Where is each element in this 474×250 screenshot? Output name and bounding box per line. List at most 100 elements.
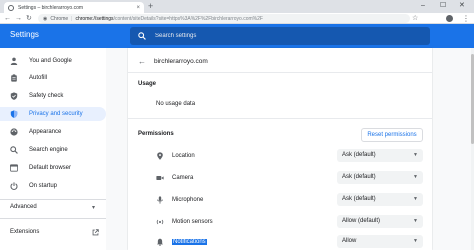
search-box[interactable] (130, 27, 430, 45)
microphone-icon (157, 196, 163, 204)
camera-icon (156, 176, 164, 180)
select-value: Allow (default) (342, 218, 381, 224)
sidebar-item-privacy-and-security[interactable]: Privacy and security (0, 107, 106, 121)
permission-label: Microphone (172, 197, 204, 203)
browser-icon (10, 164, 18, 172)
permission-label: Motion sensors (172, 219, 213, 225)
usage-value: No usage data (156, 101, 196, 107)
sidebar-item-appearance[interactable]: Appearance (0, 125, 106, 139)
settings-header: Settings (0, 24, 474, 48)
maximize-button[interactable]: ☐ (440, 1, 446, 11)
extensions-link[interactable]: Extensions (10, 229, 100, 236)
person-icon (10, 57, 18, 65)
shield-check-icon (10, 92, 18, 100)
page-title: Settings (10, 30, 39, 39)
permission-row-microphone: Microphone Ask (default) ▼ (128, 189, 432, 211)
forward-nav-icon[interactable]: → (15, 13, 22, 24)
sidebar-item-label: You and Google (29, 58, 72, 64)
shield-icon (10, 110, 18, 118)
camera-select[interactable]: Ask (default) ▼ (337, 171, 423, 184)
permission-row-notifications: Notifications Allow ▼ (128, 231, 432, 250)
minimize-button[interactable]: – (421, 1, 425, 11)
settings-favicon-icon (8, 4, 14, 11)
advanced-toggle[interactable]: Advanced ▾ (10, 204, 100, 211)
section-divider (128, 72, 432, 73)
close-window-button[interactable]: ✕ (459, 1, 465, 11)
dropdown-arrow-icon: ▼ (413, 238, 418, 244)
permission-row-motion-sensors: Motion sensors Allow (default) ▼ (128, 211, 432, 233)
sidebar: You and Google Autofill Safety check Pri… (0, 48, 106, 250)
location-select[interactable]: Ask (default) ▼ (337, 149, 423, 162)
search-icon (10, 146, 18, 154)
sidebar-item-label: Safety check (29, 93, 64, 99)
dropdown-arrow-icon: ▼ (413, 196, 418, 202)
browser-menu-icon[interactable]: ⋮ (462, 13, 470, 24)
tab-title: Settings – birchlerarroyo.com (18, 4, 84, 11)
back-arrow-icon[interactable]: ← (138, 57, 146, 66)
palette-icon (10, 128, 18, 136)
profile-avatar[interactable] (446, 15, 453, 22)
address-bar[interactable]: ◉ Chrome | chrome://settings /content/si… (38, 14, 410, 23)
sidebar-item-label: Search engine (29, 147, 68, 153)
permission-row-camera: Camera Ask (default) ▼ (128, 167, 432, 189)
sidebar-item-label: Autofill (29, 75, 48, 81)
microphone-select[interactable]: Ask (default) ▼ (337, 193, 423, 206)
new-tab-button[interactable]: + (148, 1, 153, 12)
sidebar-item-label: Privacy and security (29, 111, 83, 117)
sidebar-item-label: Default browser (29, 165, 72, 171)
sidebar-item-default-browser[interactable]: Default browser (0, 161, 106, 175)
select-value: Ask (default) (342, 196, 376, 202)
sidebar-item-autofill[interactable]: Autofill (0, 71, 106, 85)
sidebar-item-you-and-google[interactable]: You and Google (0, 54, 106, 68)
reset-permissions-button[interactable]: Reset permissions (361, 128, 423, 142)
bell-icon (156, 238, 164, 246)
select-value: Ask (default) (342, 152, 376, 158)
permissions-heading: Permissions (138, 131, 174, 137)
tab-settings[interactable]: Settings – birchlerarroyo.com × (4, 2, 144, 13)
site-details-card: ← birchlerarroyo.com Usage No usage data… (128, 48, 432, 250)
motion-sensors-select[interactable]: Allow (default) ▼ (337, 215, 423, 228)
sidebar-item-label: On startup (29, 183, 58, 189)
notifications-select[interactable]: Allow ▼ (337, 235, 423, 248)
sidebar-item-on-startup[interactable]: On startup (0, 179, 106, 193)
chrome-scheme-icon: ◉ (43, 15, 48, 22)
permission-label: Camera (172, 175, 194, 181)
power-icon (10, 182, 18, 190)
permission-label: Location (172, 153, 195, 159)
search-icon (138, 32, 146, 40)
sidebar-divider (0, 218, 106, 219)
sidebar-item-search-engine[interactable]: Search engine (0, 143, 106, 157)
tab-strip: Settings – birchlerarroyo.com × + – ☐ ✕ (0, 0, 474, 13)
select-value: Ask (default) (342, 174, 376, 180)
site-origin: birchlerarroyo.com (154, 58, 208, 65)
search-input[interactable] (155, 33, 405, 39)
tab-close-icon[interactable]: × (136, 5, 140, 11)
location-icon (157, 152, 163, 160)
permission-label: Notifications (172, 239, 207, 245)
dropdown-arrow-icon: ▼ (413, 218, 418, 224)
clipboard-icon (11, 74, 17, 82)
dropdown-arrow-icon: ▼ (413, 152, 418, 158)
omnibox-separator: | (71, 15, 73, 22)
url-path: /content/siteDetails?site=https%3A%2F%2F… (113, 15, 263, 22)
section-divider (128, 118, 432, 119)
scheme-label: Chrome (50, 15, 69, 22)
sidebar-divider (0, 199, 106, 200)
back-nav-icon[interactable]: ← (4, 13, 11, 24)
sidebar-item-label: Appearance (29, 129, 62, 135)
motion-sensor-icon (156, 219, 164, 225)
open-in-new-icon (92, 229, 99, 236)
dropdown-arrow-icon: ▼ (413, 174, 418, 180)
sidebar-item-safety-check[interactable]: Safety check (0, 89, 106, 103)
advanced-label: Advanced (10, 204, 37, 210)
reload-icon[interactable]: ↻ (26, 13, 32, 24)
permission-row-location: Location Ask (default) ▼ (128, 145, 432, 167)
extensions-label: Extensions (10, 229, 40, 235)
bookmark-star-icon[interactable]: ☆ (412, 13, 418, 24)
select-value: Allow (342, 238, 357, 244)
usage-heading: Usage (138, 81, 157, 87)
chevron-down-icon: ▾ (92, 204, 96, 211)
browser-toolbar: ← → ↻ ◉ Chrome | chrome://settings /cont… (0, 13, 474, 24)
main-content: ← birchlerarroyo.com Usage No usage data… (106, 48, 474, 250)
url-host: chrome://settings (75, 15, 114, 22)
